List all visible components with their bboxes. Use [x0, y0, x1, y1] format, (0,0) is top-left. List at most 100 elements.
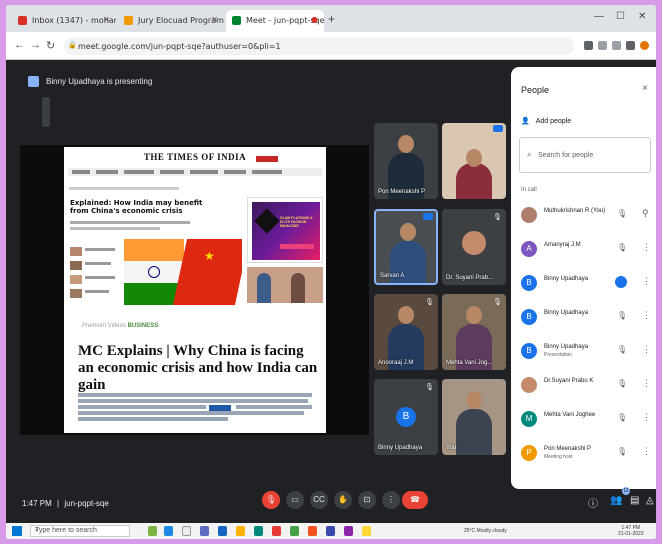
participant-avatar: P [521, 445, 537, 461]
app-icon[interactable] [148, 526, 157, 536]
raise-hand-button[interactable]: ✋ [334, 491, 352, 509]
edge-icon[interactable] [218, 526, 227, 536]
search-icon: ⌕ [527, 150, 532, 159]
mic-toggle-button[interactable]: 🎙 [262, 491, 280, 509]
profile-avatar[interactable] [640, 41, 649, 50]
advertisement: GLAM PLATINUM & ELITE FASHION MAGAZINE [247, 197, 323, 263]
meet-icon [232, 16, 241, 25]
camera-toggle-button[interactable]: ▭ [286, 491, 304, 509]
india-china-flag-image: ★ [124, 239, 242, 305]
self-view-tile[interactable]: You [442, 379, 506, 455]
meeting-details-icon[interactable]: ⓘ [588, 495, 598, 510]
participant-role: Meeting host [544, 454, 573, 460]
participant-photo [462, 231, 486, 255]
participant-tile[interactable]: Sarvan A [374, 209, 438, 285]
participant-tile[interactable] [442, 123, 506, 199]
close-window-icon[interactable]: ✕ [638, 11, 646, 22]
more-options-icon[interactable]: ⋮ [642, 310, 651, 321]
participant-row[interactable]: Dr.Suyani Prabu K 🎙 ⋮ [511, 369, 656, 403]
taskbar-search-input[interactable]: ⌕ Type here to search [30, 525, 130, 537]
people-icon[interactable]: 👥 [610, 495, 622, 506]
app-icon[interactable] [200, 526, 209, 536]
participant-row[interactable]: M Mehta Vani Joghee 🎙 ⋮ [511, 403, 656, 437]
meeting-info: 1:47 PM | jun-pqpt-sqe [22, 499, 109, 508]
activities-icon[interactable]: ◬ [646, 495, 654, 506]
more-options-icon[interactable]: ⋮ [642, 378, 651, 389]
byline [70, 221, 190, 224]
app-icon[interactable] [344, 526, 353, 536]
add-person-icon: 👤 [521, 118, 530, 125]
system-clock[interactable]: 1:47 PM 21-01-2023 [618, 525, 644, 537]
weather-widget[interactable]: 25°C Mostly cloudy [464, 528, 507, 534]
app-icon[interactable] [254, 526, 263, 536]
share-icon[interactable] [598, 41, 607, 50]
participant-row[interactable]: Muthukrishnan R (You) 🎙 ⚲ [511, 199, 656, 233]
section-label: Premium Videos BUSINESS [82, 323, 159, 329]
more-options-button[interactable]: ⋮ [382, 491, 400, 509]
close-tab-icon[interactable]: ✕ [103, 15, 110, 24]
more-options-icon[interactable]: ⋮ [642, 276, 651, 287]
participant-avatar [521, 377, 537, 393]
app-icon[interactable] [272, 526, 281, 536]
app-icon[interactable] [326, 526, 335, 536]
mic-off-icon: 🎙 [617, 379, 628, 388]
camera-permission-icon[interactable] [584, 41, 593, 50]
app-icon[interactable] [164, 526, 173, 536]
end-call-button[interactable]: ☎ [402, 491, 428, 509]
in-call-label: In call [521, 187, 537, 193]
participant-name: Muthukrishnan R (You) [544, 208, 606, 214]
close-tab-icon[interactable]: ✕ [211, 15, 218, 24]
back-arrow-icon[interactable]: ← [14, 39, 25, 51]
forward-arrow-icon[interactable]: → [30, 39, 41, 51]
participant-tile[interactable]: 🎙 Anooraaj J.M [374, 294, 438, 370]
breadcrumb [69, 187, 179, 190]
participant-row[interactable]: A Amanyraj J.M 🎙 ⋮ [511, 233, 656, 267]
tab-meet[interactable]: Meet - jun-pqpt-sqe ● [226, 10, 324, 32]
pin-icon[interactable]: ⚲ [642, 208, 649, 219]
tab-program[interactable]: Jury Elocuad Program For Facult ✕ [118, 10, 224, 32]
participant-tile[interactable]: Pon Meenakshi P [374, 123, 438, 199]
participant-tile[interactable]: 🎙 Mehta Vani Jog... [442, 294, 506, 370]
participant-row[interactable]: B Binny Upadhaya 🎙 ⋮ [511, 301, 656, 335]
close-panel-button[interactable]: × [642, 83, 648, 94]
mic-off-icon: 🎙 [617, 345, 628, 354]
more-options-icon[interactable]: ⋮ [642, 446, 651, 457]
chrome-icon[interactable] [290, 526, 299, 536]
pin-control[interactable] [42, 97, 50, 127]
maximize-icon[interactable]: ☐ [616, 11, 625, 22]
participant-tile[interactable]: 🎙 Dr. Suyani Prab... [442, 209, 506, 285]
present-button[interactable]: ⊡ [358, 491, 376, 509]
new-tab-button[interactable]: + [328, 12, 335, 26]
star-icon[interactable] [612, 41, 621, 50]
add-people-button[interactable]: 👤 Add people [521, 117, 571, 125]
participant-name: Binny Upadhaya [378, 445, 423, 451]
extensions-icon[interactable] [626, 41, 635, 50]
more-options-icon[interactable]: ⋮ [642, 242, 651, 253]
people-search-input[interactable]: ⌕ Search for people [519, 137, 651, 173]
captions-button[interactable]: CC [310, 491, 328, 509]
tab-gmail[interactable]: Inbox (1347) - mohanakrishnan ✕ [12, 10, 116, 32]
participant-role: Presentation [544, 352, 573, 358]
app-icon[interactable] [362, 526, 371, 536]
reload-icon[interactable]: ↻ [46, 39, 55, 52]
participant-avatar: B [521, 309, 537, 325]
more-options-icon[interactable]: ⋮ [642, 344, 651, 355]
participant-row[interactable]: B Binny Upadhaya ⋮ [511, 267, 656, 301]
participant-avatar: B [396, 407, 416, 427]
participant-name: Dr. Suyani Prab... [446, 275, 494, 281]
site-nav [68, 168, 322, 176]
page-icon [124, 16, 133, 25]
address-bar[interactable]: 🔒 meet.google.com/jun-pqpt-sqe?authuser=… [64, 37, 574, 55]
more-options-icon[interactable]: ⋮ [642, 412, 651, 423]
participant-row[interactable]: B Binny Upadhaya Presentation 🎙 ⋮ [511, 335, 656, 369]
windows-start-icon[interactable] [12, 526, 22, 536]
task-view-icon[interactable] [182, 526, 191, 536]
file-explorer-icon[interactable] [236, 526, 245, 536]
app-icon[interactable] [308, 526, 317, 536]
minimize-icon[interactable]: — [594, 11, 604, 22]
participant-tile[interactable]: B 🎙 Binny Upadhaya [374, 379, 438, 455]
participant-row[interactable]: P Pon Meenakshi P Meeting host 🎙 ⋮ [511, 437, 656, 471]
chat-icon[interactable]: ▤ [630, 495, 639, 506]
presenting-banner: Binny Upadhaya is presenting [22, 70, 382, 94]
masthead: THE TIMES OF INDIA [143, 152, 247, 162]
